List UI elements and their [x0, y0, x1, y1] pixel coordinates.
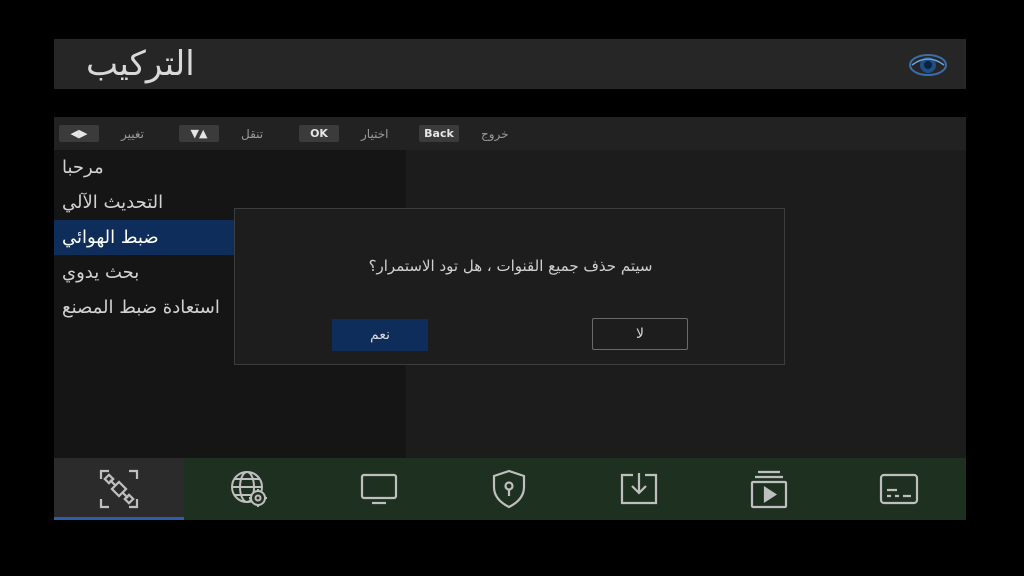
eye-logo-icon — [909, 54, 947, 76]
left-right-key: ◀▶ — [59, 125, 99, 142]
tab-installation[interactable] — [54, 458, 184, 520]
hint-label: تنقل — [241, 126, 264, 141]
download-icon — [620, 473, 658, 505]
hint-exit: Back خروج — [419, 117, 509, 150]
tv-icon — [360, 473, 398, 505]
tab-media[interactable] — [704, 458, 834, 520]
tab-subtitles[interactable] — [834, 458, 964, 520]
hint-change: ◀▶ تغيير — [59, 117, 144, 150]
tab-display[interactable] — [314, 458, 444, 520]
tab-security[interactable] — [444, 458, 574, 520]
satellite-icon — [99, 469, 139, 509]
hint-label: اختيار — [361, 126, 389, 141]
media-player-icon — [750, 470, 788, 509]
hint-navigate: ▼▲ تنقل — [179, 117, 263, 150]
bottom-tab-bar — [54, 458, 966, 520]
title-bar: التركيب — [54, 39, 966, 89]
security-shield-icon — [492, 469, 526, 509]
confirm-dialog: سيتم حذف جميع القنوات ، هل تود الاستمرار… — [234, 208, 785, 365]
tab-network[interactable] — [184, 458, 314, 520]
hint-label: خروج — [481, 126, 509, 141]
hint-label: تغيير — [121, 126, 144, 141]
hint-select: OK اختيار — [299, 117, 388, 150]
key-hint-bar: ◀▶ تغيير ▼▲ تنقل OK اختيار Back خروج — [54, 117, 966, 150]
ok-key: OK — [299, 125, 339, 142]
back-key: Back — [419, 125, 459, 142]
subtitles-icon — [879, 473, 919, 505]
page-title: التركيب — [86, 44, 195, 84]
dialog-message: سيتم حذف جميع القنوات ، هل تود الاستمرار… — [368, 257, 653, 275]
tab-update[interactable] — [574, 458, 704, 520]
yes-button[interactable]: نعم — [332, 319, 428, 351]
menu-item-antenna-setup[interactable]: ضبط الهوائي — [54, 220, 234, 255]
menu-item-welcome[interactable]: مرحبا — [54, 150, 406, 185]
network-settings-icon — [231, 471, 267, 507]
no-button[interactable]: لا — [592, 318, 688, 350]
up-down-key: ▼▲ — [179, 125, 219, 142]
